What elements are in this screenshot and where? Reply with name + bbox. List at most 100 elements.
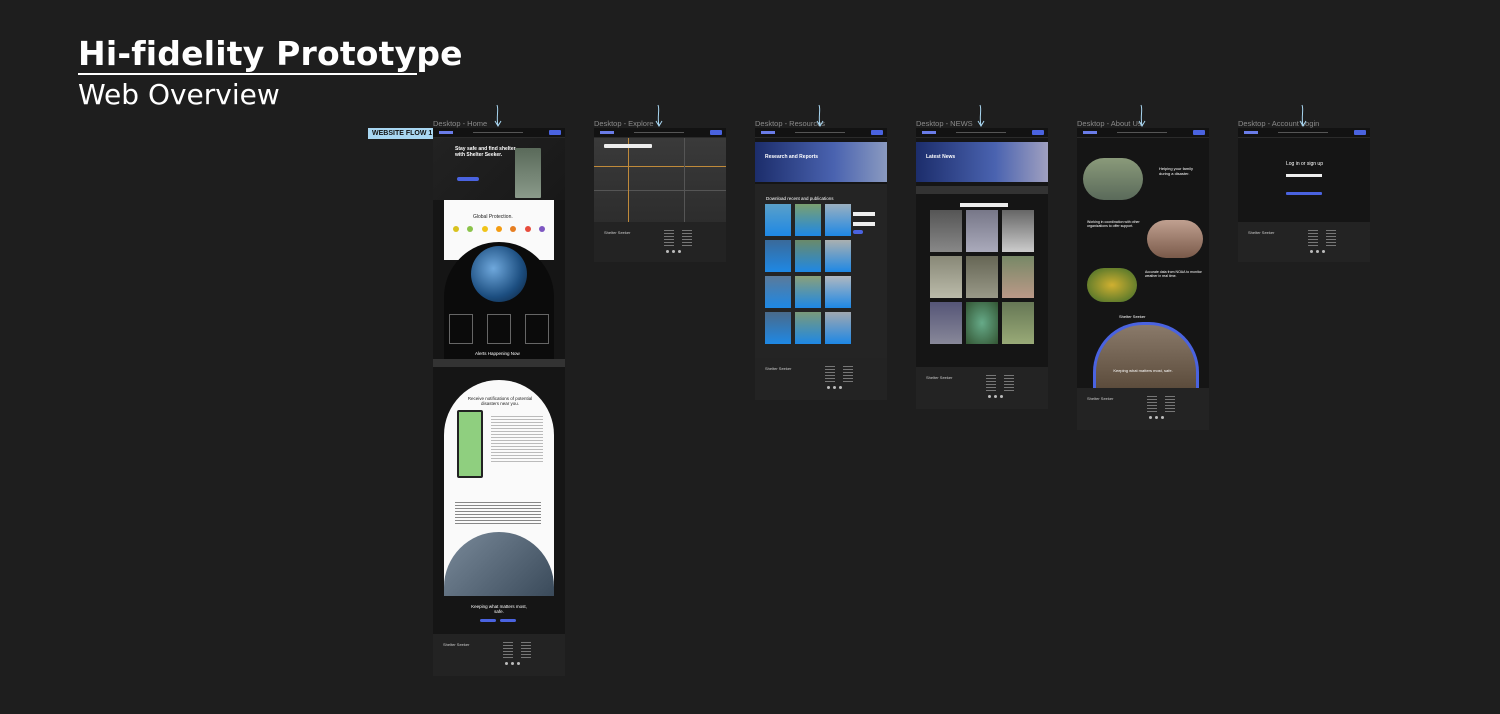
footer-brand: Shelter Seeker xyxy=(1248,230,1275,235)
news-card[interactable] xyxy=(930,302,962,344)
nav-button[interactable] xyxy=(1193,130,1205,135)
frame-explore[interactable]: Shelter Seeker xyxy=(594,128,726,262)
navbar xyxy=(755,128,887,138)
news-hero-heading: Latest News xyxy=(926,154,956,160)
navbar xyxy=(916,128,1048,138)
news-card[interactable] xyxy=(966,256,998,298)
info-card xyxy=(487,314,511,344)
hazard-icons xyxy=(453,226,545,232)
about-photo-2 xyxy=(1147,220,1203,258)
page-subtitle: Web Overview xyxy=(78,78,280,111)
tagline-button[interactable] xyxy=(480,619,496,622)
title-underline xyxy=(78,73,417,75)
publication-card[interactable] xyxy=(765,276,791,308)
news-card[interactable] xyxy=(1002,302,1034,344)
news-card[interactable] xyxy=(1002,256,1034,298)
frame-label-explore[interactable]: Desktop - Explore xyxy=(594,119,654,128)
hazard-icon xyxy=(453,226,459,232)
tagline-heading: Keeping what matters most, safe. xyxy=(471,604,527,614)
hazard-icon xyxy=(510,226,517,232)
globe-image xyxy=(471,246,527,302)
hazard-icon xyxy=(495,226,502,232)
publication-card[interactable] xyxy=(795,204,821,236)
about-photo-1 xyxy=(1083,158,1143,200)
alerts-strip xyxy=(433,359,565,367)
navbar xyxy=(1238,128,1370,138)
footer-brand: Shelter Seeker xyxy=(604,230,631,235)
publication-grid xyxy=(765,204,851,344)
publication-card[interactable] xyxy=(795,240,821,272)
news-search-input[interactable] xyxy=(960,203,1008,207)
about-heading-1: Helping your family during a disaster. xyxy=(1159,166,1194,176)
page-title: Hi-fidelity Prototype xyxy=(78,34,463,73)
frame-login[interactable]: Log in or sign up Shelter Seeker xyxy=(1238,128,1370,262)
nav-button[interactable] xyxy=(710,130,722,135)
down-arrow-icon xyxy=(1299,104,1307,127)
news-card[interactable] xyxy=(1002,210,1034,252)
nav-button[interactable] xyxy=(549,130,561,135)
notify-heading: Receive notifications of potential disas… xyxy=(467,396,533,406)
about-family-photo xyxy=(1093,322,1199,391)
news-card[interactable] xyxy=(930,256,962,298)
publication-card[interactable] xyxy=(795,312,821,344)
footer-brand: Shelter Seeker xyxy=(765,366,792,371)
publication-card[interactable] xyxy=(825,276,851,308)
nav-button[interactable] xyxy=(871,130,883,135)
hero-cta-button[interactable] xyxy=(457,177,479,181)
frame-news[interactable]: Latest News Shelter Seeker xyxy=(916,128,1048,409)
nav-button[interactable] xyxy=(1032,130,1044,135)
publication-card[interactable] xyxy=(765,204,791,236)
frame-label-about[interactable]: Desktop - About Us xyxy=(1077,119,1142,128)
download-heading: Download recent and publications xyxy=(766,196,834,201)
filter-button[interactable] xyxy=(853,230,863,234)
footer: Shelter Seeker xyxy=(433,634,565,676)
filter-input[interactable] xyxy=(853,212,875,216)
publication-card[interactable] xyxy=(795,276,821,308)
hazard-icon xyxy=(538,226,545,232)
frame-label-news[interactable]: Desktop - NEWS xyxy=(916,119,973,128)
news-card[interactable] xyxy=(966,210,998,252)
publication-card[interactable] xyxy=(825,312,851,344)
about-heading-2: Working in coordination with other organ… xyxy=(1087,220,1140,228)
news-hero xyxy=(916,142,1048,182)
news-card[interactable] xyxy=(966,302,998,344)
login-button[interactable] xyxy=(1286,192,1322,195)
flow-tag-label: WEBSITE FLOW 1 xyxy=(372,130,433,137)
frame-label-home[interactable]: Desktop - Home xyxy=(433,119,487,128)
footer-brand: Shelter Seeker xyxy=(443,642,470,647)
frame-home[interactable]: Stay safe and find shelter with Shelter … xyxy=(433,128,565,676)
login-heading: Log in or sign up xyxy=(1286,161,1323,167)
footer: Shelter Seeker xyxy=(1238,222,1370,262)
frame-about[interactable]: Helping your family during a disaster. W… xyxy=(1077,128,1209,430)
about-brand: Shelter Seeker xyxy=(1119,314,1146,319)
publication-card[interactable] xyxy=(825,240,851,272)
email-input[interactable] xyxy=(1286,174,1322,177)
about-tagline: Keeping what matters most, safe. xyxy=(1113,368,1173,373)
frame-resources[interactable]: Research and Reports Download recent and… xyxy=(755,128,887,400)
publication-card[interactable] xyxy=(765,312,791,344)
down-arrow-icon xyxy=(816,104,824,127)
news-card[interactable] xyxy=(930,210,962,252)
navbar xyxy=(433,128,565,138)
nav-button[interactable] xyxy=(1354,130,1366,135)
alerts-heading: Alerts Happening Now xyxy=(475,351,520,356)
footer-brand: Shelter Seeker xyxy=(1087,396,1114,401)
info-card xyxy=(449,314,473,344)
down-arrow-icon xyxy=(655,104,663,127)
map-phone-image xyxy=(457,410,483,478)
publication-card[interactable] xyxy=(825,204,851,236)
info-card xyxy=(525,314,549,344)
filter-input[interactable] xyxy=(853,222,875,226)
explore-map[interactable] xyxy=(594,138,726,222)
footer: Shelter Seeker xyxy=(755,358,887,400)
about-heading-3: Accurate data from NOAA to monitor weath… xyxy=(1145,270,1202,278)
navbar xyxy=(1077,128,1209,138)
resources-hero-heading: Research and Reports xyxy=(765,154,819,160)
alerts-strip xyxy=(916,186,1048,194)
tagline-button[interactable] xyxy=(500,619,516,622)
down-arrow-icon xyxy=(977,104,985,127)
map-search-input[interactable] xyxy=(604,144,652,148)
down-arrow-icon xyxy=(1138,104,1146,127)
publication-card[interactable] xyxy=(765,240,791,272)
navbar xyxy=(594,128,726,138)
